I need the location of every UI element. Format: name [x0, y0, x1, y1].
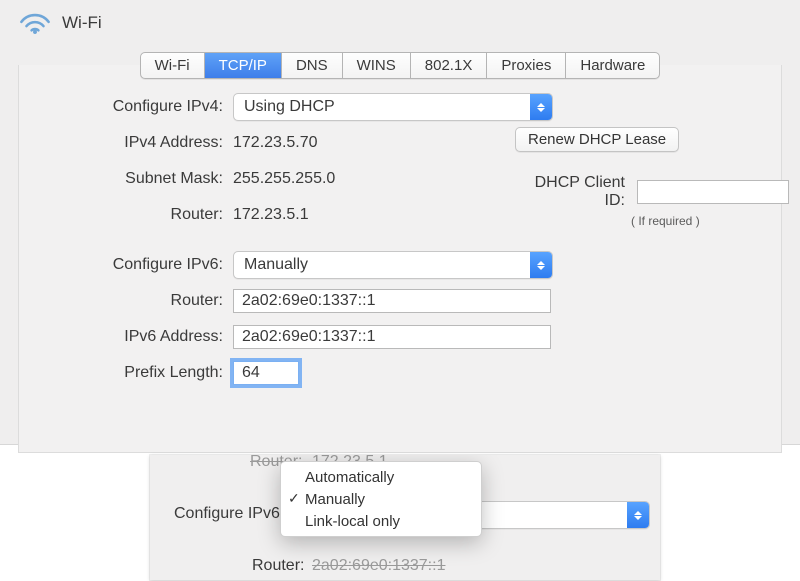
label-if-required: ( If required ) [631, 214, 755, 228]
stepper-icon [627, 502, 649, 528]
label-configure-ipv6: Configure IPv6: [45, 256, 225, 274]
panel-title: Wi-Fi [62, 13, 102, 33]
tab-tcpip[interactable]: TCP/IP [205, 53, 282, 78]
label-configure-ipv4: Configure IPv4: [45, 98, 225, 116]
value-subnet-mask: 255.255.255.0 [233, 170, 563, 188]
value-router-cut-bottom: 2a02:69e0:1337::1 [312, 557, 445, 575]
configure-ipv6-menu: Automatically Manually Link-local only [280, 461, 482, 537]
input-ipv6-router[interactable] [233, 289, 551, 313]
wifi-icon [18, 8, 52, 38]
stepper-icon [530, 252, 552, 278]
configure-ipv6-dropdown-snippet: Router: 172.23.5.1 Configure IPv6: Route… [150, 455, 660, 580]
tab-hardware[interactable]: Hardware [566, 53, 659, 78]
select-configure-ipv6[interactable]: Manually [233, 251, 553, 279]
panel-header: Wi-Fi [0, 8, 800, 38]
value-ipv4-router: 172.23.5.1 [233, 206, 563, 224]
tcpip-form-panel: Configure IPv4: Using DHCP IPv4 Address:… [18, 65, 782, 453]
label-dhcp-client-id: DHCP Client ID: [515, 174, 627, 210]
input-ipv6-address[interactable] [233, 325, 551, 349]
dhcp-block: Renew DHCP Lease DHCP Client ID: ( If re… [515, 127, 755, 228]
network-tcpip-panel: Wi-Fi Wi-Fi TCP/IP DNS WINS 802.1X Proxi… [0, 0, 800, 445]
stepper-icon [530, 94, 552, 120]
label-router-cut-bottom: Router: [252, 557, 304, 575]
tab-wins[interactable]: WINS [343, 53, 411, 78]
select-configure-ipv4-value: Using DHCP [234, 98, 530, 116]
renew-dhcp-lease-button[interactable]: Renew DHCP Lease [515, 127, 679, 152]
select-configure-ipv4[interactable]: Using DHCP [233, 93, 553, 121]
label-ipv6-address: IPv6 Address: [45, 328, 225, 346]
value-ipv4-address: 172.23.5.70 [233, 134, 563, 152]
tab-8021x[interactable]: 802.1X [411, 53, 488, 78]
select-configure-ipv6-value: Manually [234, 256, 530, 274]
menu-item-link-local-only[interactable]: Link-local only [281, 510, 481, 532]
input-prefix-length[interactable] [233, 361, 299, 385]
tab-bar: Wi-Fi TCP/IP DNS WINS 802.1X Proxies Har… [0, 52, 800, 79]
label-ipv6-router: Router: [45, 292, 225, 310]
label-ipv4-router: Router: [45, 206, 225, 224]
tab-wifi[interactable]: Wi-Fi [141, 53, 205, 78]
tab-proxies[interactable]: Proxies [487, 53, 566, 78]
label-subnet-mask: Subnet Mask: [45, 170, 225, 188]
menu-item-automatically[interactable]: Automatically [281, 466, 481, 488]
tab-dns[interactable]: DNS [282, 53, 343, 78]
label-ipv4-address: IPv4 Address: [45, 134, 225, 152]
label-prefix-length: Prefix Length: [45, 364, 225, 382]
input-dhcp-client-id[interactable] [637, 180, 789, 204]
label-configure-ipv6-snippet: Configure IPv6: [174, 505, 284, 523]
menu-item-manually[interactable]: Manually [281, 488, 481, 510]
